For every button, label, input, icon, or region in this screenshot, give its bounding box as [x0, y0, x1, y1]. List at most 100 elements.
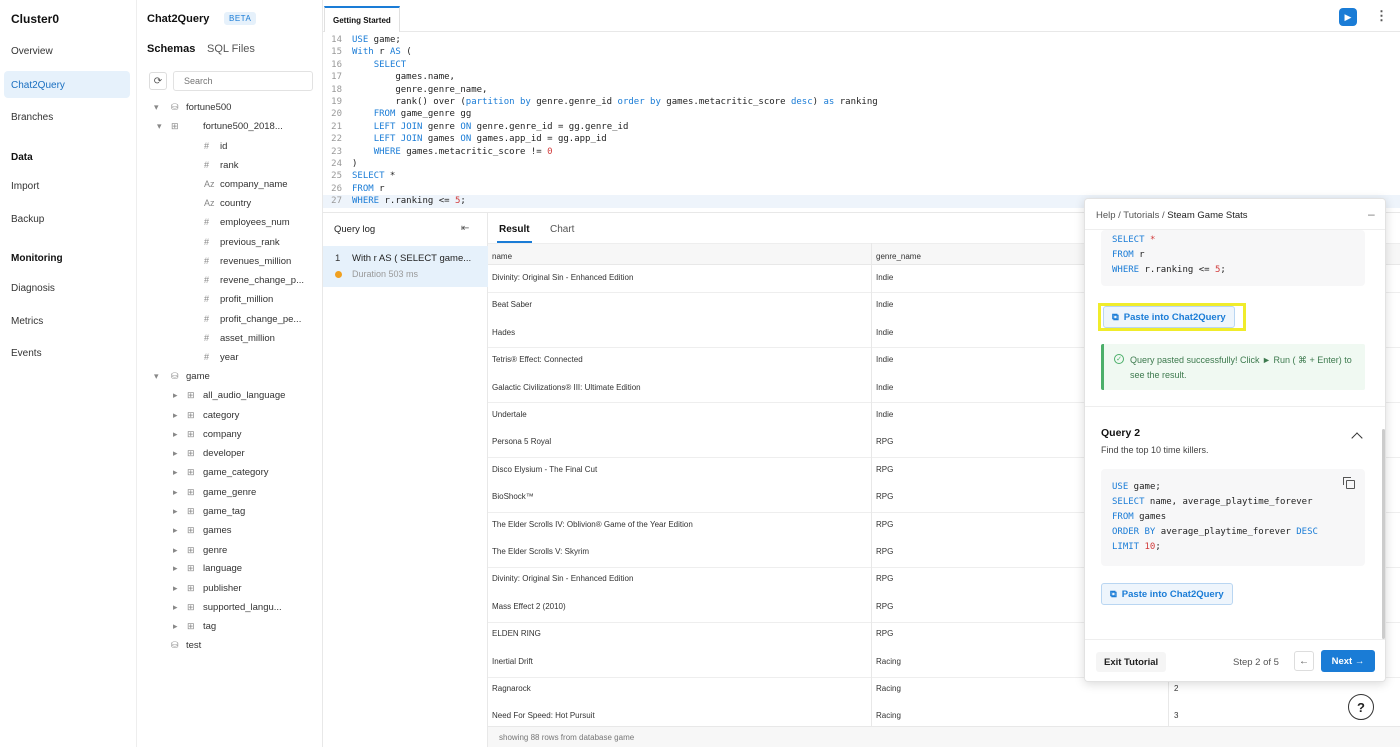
nav-diagnosis[interactable]: Diagnosis [11, 283, 55, 294]
crumb-tutorials[interactable]: Tutorials [1123, 210, 1159, 221]
cell-ranking[interactable]: 3 [1174, 711, 1178, 720]
nav-overview[interactable]: Overview [11, 46, 53, 57]
cell-genre[interactable]: Racing [876, 657, 901, 666]
tree-column[interactable]: previous_rank [220, 237, 280, 248]
chevron-down-icon[interactable]: ▾ [157, 121, 162, 132]
cell-name[interactable]: Tetris® Effect: Connected [492, 355, 583, 364]
tree-table[interactable]: company [203, 429, 242, 440]
cell-genre[interactable]: RPG [876, 602, 893, 611]
cell-name[interactable]: Galactic Civilizations® III: Ultimate Ed… [492, 383, 641, 392]
next-button[interactable]: Next → [1321, 650, 1375, 672]
tab-schemas[interactable]: Schemas [147, 43, 195, 55]
tree-column[interactable]: country [220, 198, 251, 209]
cell-name[interactable]: Inertial Drift [492, 657, 533, 666]
chevron-right-icon[interactable]: ▸ [173, 563, 178, 574]
crumb-help[interactable]: Help [1096, 210, 1116, 221]
prev-arrow-icon[interactable]: ← [1294, 651, 1314, 671]
tree-table[interactable]: publisher [203, 583, 242, 594]
nav-import[interactable]: Import [11, 181, 39, 192]
cell-genre[interactable]: RPG [876, 574, 893, 583]
tree-column[interactable]: revenues_million [220, 256, 291, 267]
cluster-name[interactable]: Cluster0 [11, 12, 59, 26]
chevron-right-icon[interactable]: ▸ [173, 506, 178, 517]
cell-genre[interactable]: RPG [876, 437, 893, 446]
tree-table[interactable]: category [203, 410, 239, 421]
paste-button-2[interactable]: ⧉ Paste into Chat2Query [1101, 583, 1233, 605]
chevron-down-icon[interactable]: ▾ [154, 102, 159, 113]
tree-column[interactable]: rank [220, 160, 238, 171]
tree-table[interactable]: genre [203, 545, 227, 556]
chevron-right-icon[interactable]: ▸ [173, 448, 178, 459]
nav-metrics[interactable]: Metrics [11, 316, 43, 327]
query-log-entry[interactable]: 1 With r AS ( SELECT game... Duration 50… [323, 246, 488, 287]
tree-db-test[interactable]: test [186, 640, 201, 651]
tab-sql-files[interactable]: SQL Files [207, 43, 255, 55]
cell-ranking[interactable]: 2 [1174, 684, 1178, 693]
scrollbar[interactable] [1382, 429, 1385, 639]
cell-name[interactable]: Mass Effect 2 (2010) [492, 602, 566, 611]
cell-name[interactable]: Ragnarock [492, 684, 531, 693]
chevron-right-icon[interactable]: ▸ [173, 583, 178, 594]
cell-genre[interactable]: RPG [876, 547, 893, 556]
cell-name[interactable]: Need For Speed: Hot Pursuit [492, 711, 595, 720]
tree-db-game[interactable]: game [186, 371, 210, 382]
chevron-up-icon[interactable] [1351, 432, 1363, 444]
chevron-right-icon[interactable]: ▸ [173, 390, 178, 401]
refresh-icon[interactable]: ⟳ [149, 72, 167, 90]
copy-icon[interactable] [1343, 477, 1355, 489]
help-question-icon[interactable]: ? [1348, 694, 1374, 720]
tree-db-fortune500[interactable]: fortune500 [186, 102, 231, 113]
cell-name[interactable]: Disco Elysium - The Final Cut [492, 465, 597, 474]
cell-genre[interactable]: RPG [876, 520, 893, 529]
chevron-right-icon[interactable]: ▸ [173, 467, 178, 478]
cell-genre[interactable]: Indie [876, 410, 893, 419]
col-header-name[interactable]: name [492, 252, 512, 261]
cell-name[interactable]: Hades [492, 328, 515, 337]
cell-name[interactable]: Persona 5 Royal [492, 437, 551, 446]
cell-genre[interactable]: Indie [876, 273, 893, 282]
tree-table[interactable]: supported_langu... [203, 602, 282, 613]
tree-table[interactable]: language [203, 563, 242, 574]
cell-name[interactable]: Divinity: Original Sin - Enhanced Editio… [492, 273, 633, 282]
exit-tutorial-button[interactable]: Exit Tutorial [1096, 652, 1167, 672]
chevron-right-icon[interactable]: ▸ [173, 621, 178, 632]
chevron-down-icon[interactable]: ▾ [154, 371, 159, 382]
tree-table[interactable]: games [203, 525, 232, 536]
nav-branches[interactable]: Branches [11, 112, 53, 123]
tab-chart[interactable]: Chart [550, 224, 574, 235]
cell-genre[interactable]: Indie [876, 300, 893, 309]
cell-name[interactable]: Divinity: Original Sin - Enhanced Editio… [492, 574, 633, 583]
run-button[interactable]: ▶ [1339, 8, 1357, 26]
cell-name[interactable]: BioShock™ [492, 492, 534, 501]
sql-editor[interactable]: Getting Started ▶ ⋮ 14 USE game; 15 With r … [323, 0, 1400, 213]
chevron-right-icon[interactable]: ▸ [173, 429, 178, 440]
tree-column[interactable]: year [220, 352, 238, 363]
minimize-icon[interactable]: – [1368, 207, 1375, 221]
cell-name[interactable]: ELDEN RING [492, 629, 541, 638]
tree-table[interactable]: game_category [203, 467, 268, 478]
nav-chat2query[interactable]: Chat2Query [11, 80, 65, 91]
tree-table[interactable]: developer [203, 448, 245, 459]
cell-genre[interactable]: Racing [876, 684, 901, 693]
cell-genre[interactable]: RPG [876, 629, 893, 638]
schema-search-input[interactable] [173, 71, 313, 91]
chevron-right-icon[interactable]: ▸ [173, 545, 178, 556]
tree-column[interactable]: id [220, 141, 227, 152]
tree-column[interactable]: revene_change_p... [220, 275, 304, 286]
tab-getting-started[interactable]: Getting Started [324, 6, 400, 32]
cell-genre[interactable]: Indie [876, 328, 893, 337]
collapse-icon[interactable]: ⇤ [461, 223, 469, 234]
chevron-right-icon[interactable]: ▸ [173, 525, 178, 536]
more-options-icon[interactable]: ⋮ [1375, 8, 1388, 24]
cell-genre[interactable]: RPG [876, 492, 893, 501]
cell-name[interactable]: The Elder Scrolls IV: Oblivion® Game of … [492, 520, 693, 529]
tab-result[interactable]: Result [499, 224, 530, 235]
tree-table[interactable]: game_tag [203, 506, 245, 517]
tree-column[interactable]: company_name [220, 179, 288, 190]
cell-name[interactable]: The Elder Scrolls V: Skyrim [492, 547, 589, 556]
tree-column[interactable]: profit_change_pe... [220, 314, 301, 325]
chevron-right-icon[interactable]: ▸ [173, 410, 178, 421]
tree-column[interactable]: asset_million [220, 333, 275, 344]
tree-column[interactable]: employees_num [220, 217, 290, 228]
tree-table[interactable]: all_audio_language [203, 390, 285, 401]
